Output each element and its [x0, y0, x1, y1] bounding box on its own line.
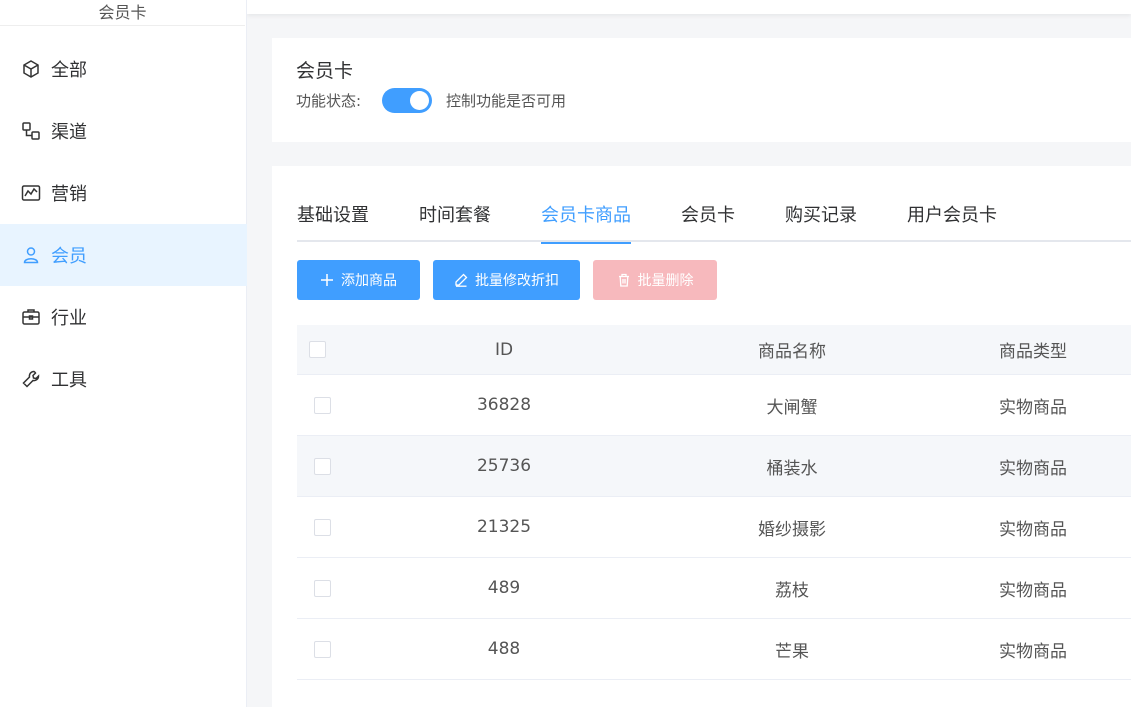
tab-user-member-card[interactable]: 用户会员卡 [907, 202, 997, 242]
cell-name: 荔枝 [775, 580, 809, 601]
batch-delete-button[interactable]: 批量删除 [593, 260, 717, 300]
tab-basic-settings[interactable]: 基础设置 [297, 202, 369, 242]
trash-icon [617, 273, 631, 287]
row-check-cell [297, 517, 349, 537]
table-header: ID 商品名称 商品类型 [297, 325, 1131, 375]
table-row[interactable]: 25736 桶装水 实物商品 [297, 436, 1131, 497]
cell-name: 大闸蟹 [766, 397, 818, 418]
column-header-type[interactable]: 商品类型 [925, 337, 1131, 362]
tab-purchase-records[interactable]: 购买记录 [785, 202, 857, 242]
cell-type: 实物商品 [999, 580, 1067, 601]
user-icon [20, 244, 42, 266]
cell-id: 25736 [476, 456, 532, 476]
batch-edit-discount-button[interactable]: 批量修改折扣 [433, 260, 580, 300]
sidebar-item-all[interactable]: 全部 [0, 38, 247, 100]
row-checkbox[interactable] [314, 640, 331, 658]
add-product-button[interactable]: 添加商品 [297, 260, 420, 300]
chart-icon [20, 182, 42, 204]
sidebar-item-label: 行业 [51, 308, 87, 329]
tab-time-package[interactable]: 时间套餐 [419, 202, 491, 242]
content-card: 基础设置 时间套餐 会员卡商品 会员卡 购买记录 用户会员卡 添加商品 批量修改… [272, 166, 1131, 707]
products-table: ID 商品名称 商品类型 36828 大闸蟹 实物商品 25736 桶装水 实物… [297, 325, 1131, 680]
column-header-id[interactable]: ID [349, 340, 649, 360]
sidebar-item-label: 营销 [51, 184, 87, 205]
row-checkbox[interactable] [314, 457, 331, 475]
cell-id: 489 [487, 578, 521, 598]
edit-icon [454, 273, 468, 287]
briefcase-icon [20, 306, 42, 328]
status-label: 功能状态: [296, 92, 362, 110]
cell-type: 实物商品 [999, 519, 1067, 540]
toggle-knob [410, 91, 429, 110]
cube-icon [20, 58, 42, 80]
cell-name: 桶装水 [766, 458, 818, 479]
plus-icon [320, 273, 334, 287]
sidebar-item-label: 会员 [51, 246, 87, 267]
row-checkbox[interactable] [314, 396, 331, 414]
table-row[interactable]: 489 荔枝 实物商品 [297, 558, 1131, 619]
tab-card-products[interactable]: 会员卡商品 [541, 202, 631, 244]
sidebar-item-tools[interactable]: 工具 [0, 348, 247, 410]
cell-name: 芒果 [775, 641, 809, 662]
status-description: 控制功能是否可用 [446, 92, 567, 110]
batch-delete-label: 批量删除 [637, 273, 694, 289]
row-check-cell [297, 578, 349, 598]
feature-toggle[interactable] [382, 88, 432, 113]
channel-icon [20, 120, 42, 142]
cell-id: 488 [487, 639, 521, 659]
cell-type: 实物商品 [999, 641, 1067, 662]
row-checkbox[interactable] [314, 518, 331, 536]
sidebar-item-marketing[interactable]: 营销 [0, 162, 247, 224]
cell-type: 实物商品 [999, 397, 1067, 418]
select-all-checkbox[interactable] [309, 341, 326, 358]
column-header-name[interactable]: 商品名称 [649, 337, 925, 362]
wrench-icon [20, 368, 42, 390]
table-row[interactable]: 21325 婚纱摄影 实物商品 [297, 497, 1131, 558]
sidebar-item-label: 工具 [51, 370, 87, 391]
sidebar-item-label: 渠道 [51, 122, 87, 143]
sidebar-item-industry[interactable]: 行业 [0, 286, 247, 348]
select-all-cell [297, 340, 349, 360]
feature-status-card: 会员卡 功能状态: 控制功能是否可用 [272, 38, 1131, 142]
table-row[interactable]: 488 芒果 实物商品 [297, 619, 1131, 680]
tab-member-card[interactable]: 会员卡 [681, 202, 735, 242]
sidebar: 会员卡 全部 渠道 营销 会员 行业 工具 [0, 0, 247, 707]
top-bar [247, 0, 1131, 14]
sidebar-item-channel[interactable]: 渠道 [0, 100, 247, 162]
row-check-cell [297, 639, 349, 659]
row-check-cell [297, 395, 349, 415]
batch-edit-label: 批量修改折扣 [475, 273, 559, 289]
tab-bar: 基础设置 时间套餐 会员卡商品 会员卡 购买记录 用户会员卡 [297, 202, 1131, 244]
add-product-label: 添加商品 [341, 273, 397, 289]
cell-type: 实物商品 [999, 458, 1067, 479]
sidebar-title: 会员卡 [0, 0, 245, 26]
sidebar-item-member[interactable]: 会员 [0, 224, 247, 286]
cell-id: 21325 [476, 517, 532, 537]
row-checkbox[interactable] [314, 579, 331, 597]
sidebar-item-label: 全部 [51, 60, 87, 81]
cell-name: 婚纱摄影 [758, 519, 826, 540]
row-check-cell [297, 456, 349, 476]
sidebar-menu: 全部 渠道 营销 会员 行业 工具 [0, 38, 247, 410]
table-row[interactable]: 36828 大闸蟹 实物商品 [297, 375, 1131, 436]
page-title: 会员卡 [296, 60, 354, 82]
cell-id: 36828 [476, 395, 532, 415]
